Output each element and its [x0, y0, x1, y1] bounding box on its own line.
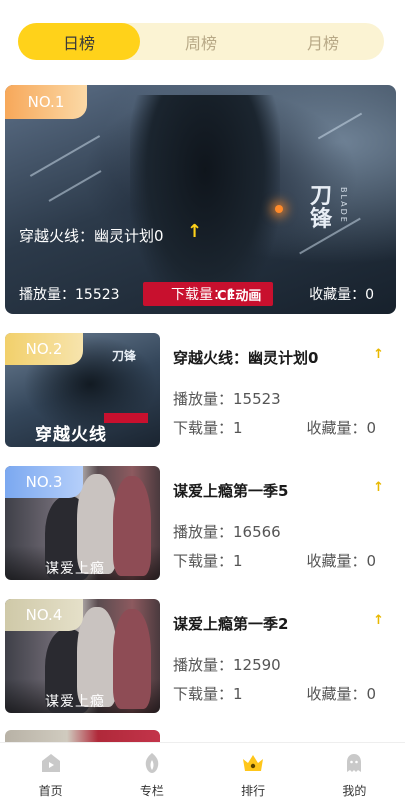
- download-count: 下载量：1: [171, 287, 236, 303]
- favorite-count: 收藏量：0: [309, 287, 374, 303]
- poster-caption: 穿越火线: [35, 425, 107, 445]
- ranking-tabs: 日榜 周榜 月榜: [18, 23, 384, 60]
- favorite-count: 收藏量：0: [306, 419, 376, 437]
- download-count: 下载量：1: [173, 552, 243, 570]
- poster-caption: 谋爱上瘾: [45, 561, 105, 577]
- tab-daily[interactable]: 日榜: [18, 23, 140, 60]
- tab-monthly[interactable]: 月榜: [262, 23, 384, 60]
- play-count: 播放量：12590: [173, 656, 281, 674]
- play-count: 播放量：15523: [173, 390, 281, 408]
- arrow-up-icon: ↑: [373, 480, 384, 495]
- arrow-up-icon: ↑: [373, 347, 384, 362]
- list-item-peek: [5, 730, 160, 742]
- item-poster: 刀锋 穿越火线 NO.2: [5, 333, 160, 447]
- nav-label: 排行: [241, 784, 266, 798]
- nav-item-ranking[interactable]: 排行: [203, 743, 304, 804]
- poster-logo: [104, 413, 148, 423]
- home-icon: [39, 750, 63, 776]
- poster-streak: [317, 112, 363, 140]
- nav-item-mine[interactable]: 我的: [304, 743, 405, 804]
- poster-person: [113, 476, 151, 576]
- poster-spark: [275, 205, 283, 213]
- favorite-count: 收藏量：0: [306, 685, 376, 703]
- crown-icon: [241, 750, 265, 776]
- hero-card[interactable]: 刀锋 BLADE NO.1 穿越火线：幽灵计划0 ↑ CF动画 播放量：1552…: [5, 85, 396, 314]
- poster-brand: 刀锋: [111, 349, 136, 363]
- hero-poster-brand-en: BLADE: [339, 187, 348, 224]
- rank-badge: NO.4: [5, 599, 83, 631]
- poster-streak: [29, 135, 101, 177]
- column-icon: [140, 750, 164, 776]
- item-title: 穿越火线：幽灵计划0: [173, 349, 319, 367]
- nav-label: 我的: [342, 784, 367, 798]
- download-count: 下载量：1: [173, 419, 243, 437]
- hero-title: 穿越火线：幽灵计划0: [19, 227, 164, 245]
- list-item[interactable]: 刀锋 穿越火线 NO.2 穿越火线：幽灵计划0 ↑ 播放量：15523 下载量：…: [5, 333, 396, 447]
- play-count: 播放量：16566: [173, 523, 281, 541]
- hero-poster-figure: [130, 95, 280, 310]
- arrow-up-icon: ↑: [373, 613, 384, 628]
- list-item[interactable]: 谋爱上瘾 NO.3 谋爱上瘾第一季5 ↑ 播放量：16566 下载量：1 收藏量…: [5, 466, 396, 580]
- poster-caption: 谋爱上瘾: [45, 694, 105, 710]
- profile-icon: [342, 750, 366, 776]
- item-title: 谋爱上瘾第一季5: [173, 482, 289, 500]
- rank-badge: NO.3: [5, 466, 83, 498]
- poster-streak: [48, 170, 102, 202]
- rank-badge: NO.1: [5, 85, 87, 119]
- bottom-nav: 首页 专栏 排行 我的: [0, 742, 405, 804]
- arrow-up-icon: ↑: [187, 221, 203, 242]
- favorite-count: 收藏量：0: [306, 552, 376, 570]
- item-poster: 谋爱上瘾 NO.4: [5, 599, 160, 713]
- download-count: 下载量：1: [173, 685, 243, 703]
- tab-weekly[interactable]: 周榜: [140, 23, 262, 60]
- poster-person: [113, 609, 151, 709]
- nav-item-column[interactable]: 专栏: [101, 743, 202, 804]
- play-count: 播放量：15523: [19, 287, 120, 303]
- nav-label: 专栏: [139, 784, 164, 798]
- rank-badge: NO.2: [5, 333, 83, 365]
- item-title: 谋爱上瘾第一季2: [173, 615, 289, 633]
- nav-label: 首页: [38, 784, 63, 798]
- list-item[interactable]: 谋爱上瘾 NO.4 谋爱上瘾第一季2 ↑ 播放量：12590 下载量：1 收藏量…: [5, 599, 396, 713]
- item-poster: 谋爱上瘾 NO.3: [5, 466, 160, 580]
- hero-poster-brand: 刀锋: [310, 183, 333, 233]
- nav-item-home[interactable]: 首页: [0, 743, 101, 804]
